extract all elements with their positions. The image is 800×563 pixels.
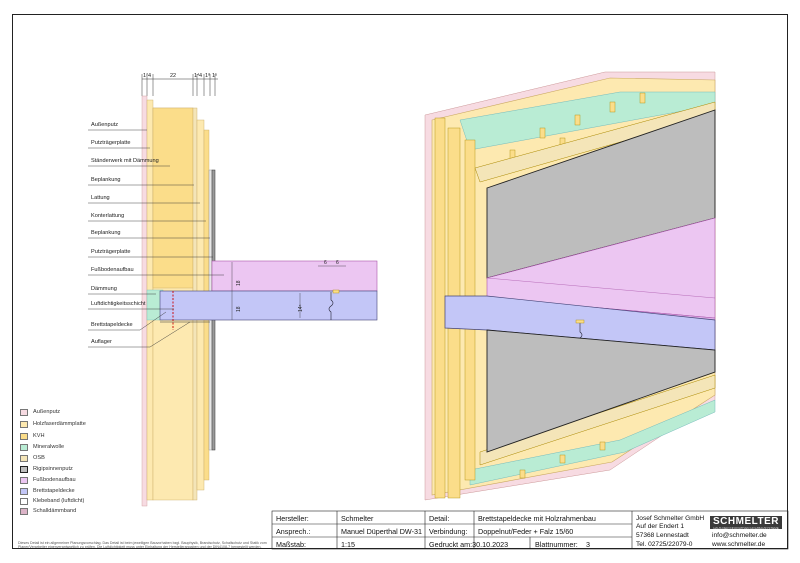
tb-hersteller-label: Hersteller: — [276, 514, 309, 523]
tb-detail-label: Detail: — [429, 514, 450, 523]
tb-verbindung: Doppelnut/Feder + Falz 15/60 — [478, 527, 574, 536]
tb-web[interactable]: www.schmelter.de — [712, 540, 765, 549]
tb-blatt-label: Blattnummer: — [535, 540, 578, 549]
tb-massstab-label: Maßstab: — [276, 540, 306, 549]
tb-blatt: 3 — [586, 540, 590, 549]
tb-tel: Tel. 02725/22079-0 — [636, 541, 693, 548]
tb-hersteller: Schmelter — [341, 514, 374, 523]
tb-gedruckt: Gedruckt am:30.10.2023 — [429, 540, 509, 549]
tb-verbindung-label: Verbindung: — [429, 527, 468, 536]
tb-detail: Brettstapeldecke mit Holzrahmenbau — [478, 514, 596, 523]
tb-street: Auf der Endert 1 — [636, 523, 685, 530]
tb-massstab: 1:15 — [341, 540, 355, 549]
tb-ansprech: Manuel Düperthal DW-31 — [341, 527, 422, 536]
logo-tagline: HAUS DER INNOVATIVEN HOLZBAUSYSTEME — [713, 526, 779, 530]
company-logo: SCHMELTER HAUS DER INNOVATIVEN HOLZBAUSY… — [710, 516, 782, 530]
title-block-frame — [271, 510, 789, 550]
tb-email[interactable]: info@schmelter.de — [712, 531, 767, 540]
tb-city: 57368 Lennestadt — [636, 532, 689, 539]
tb-ansprech-label: Ansprech.: — [276, 527, 311, 536]
